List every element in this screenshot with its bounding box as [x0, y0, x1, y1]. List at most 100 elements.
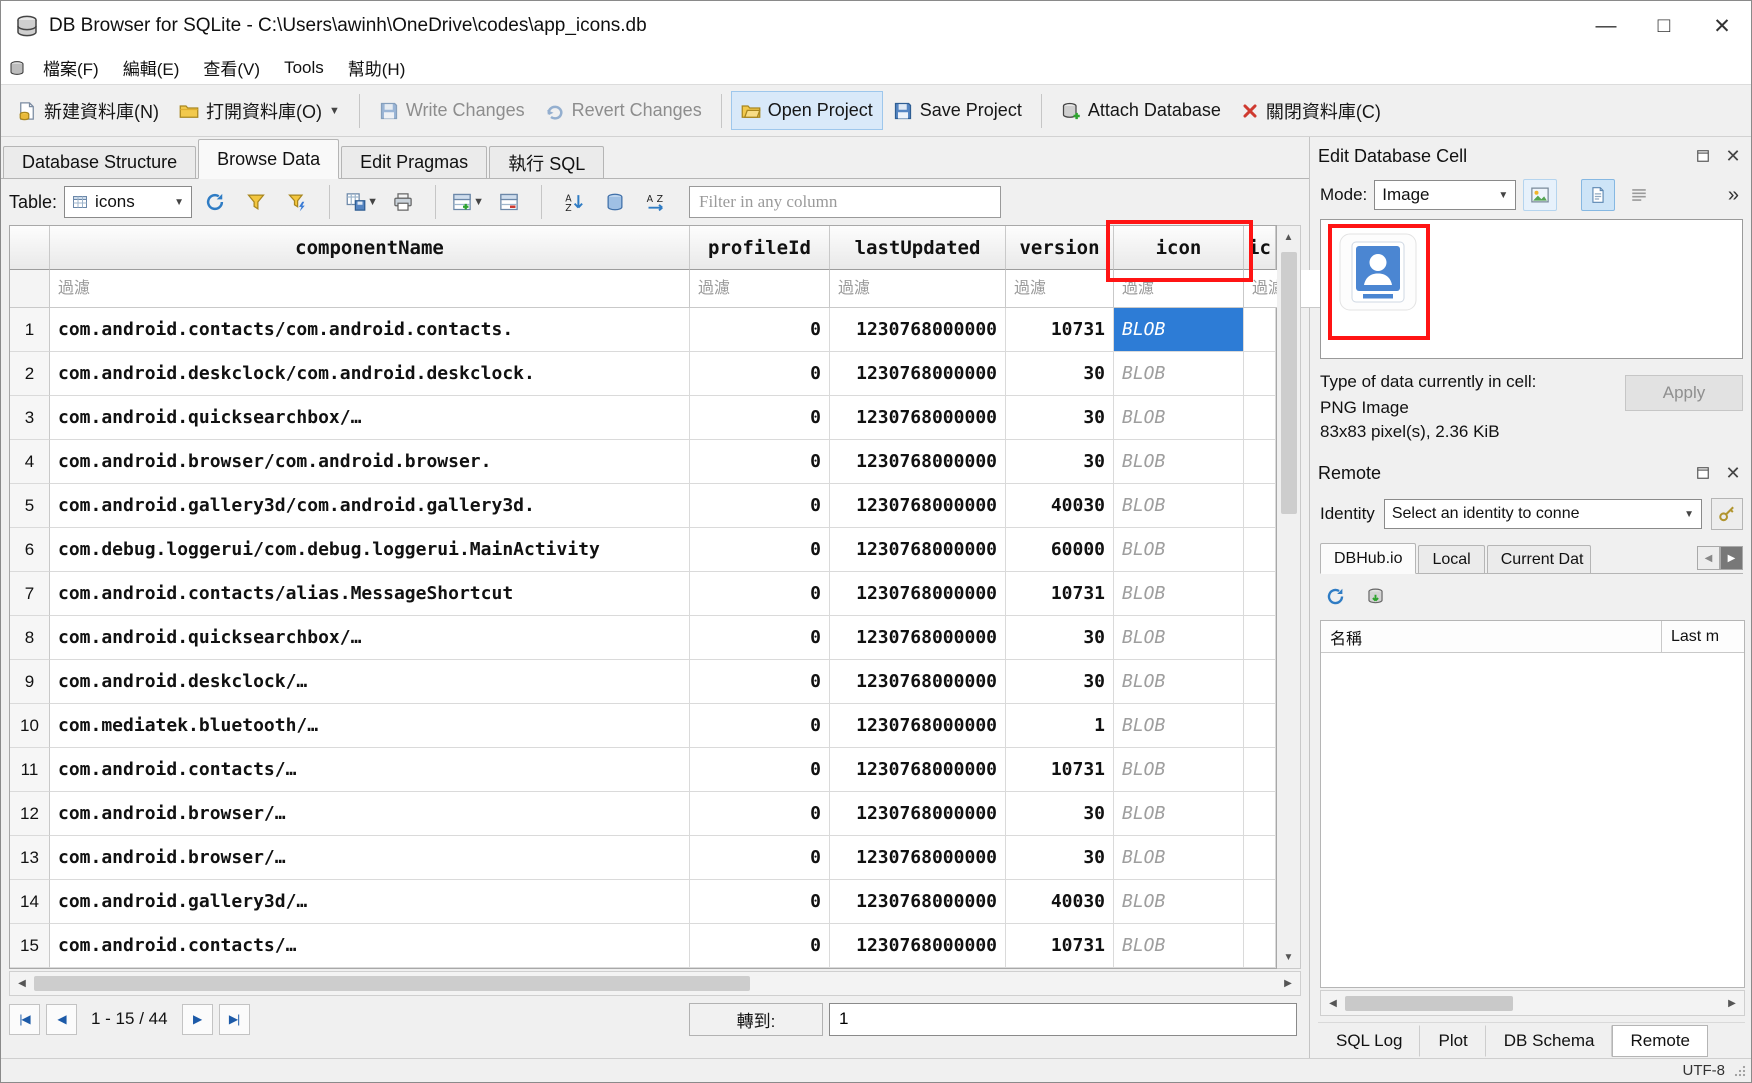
cell-overflow[interactable]: [1244, 484, 1276, 528]
scroll-left-icon[interactable]: ◀: [1321, 991, 1345, 1015]
delete-record-button[interactable]: [491, 184, 527, 220]
cell-overflow[interactable]: [1244, 748, 1276, 792]
cell-version[interactable]: 10731: [1006, 572, 1114, 616]
cell-icon[interactable]: BLOB: [1114, 660, 1244, 704]
tab-database-structure[interactable]: Database Structure: [3, 146, 196, 178]
cell-lastUpdated[interactable]: 1230768000000: [830, 484, 1006, 528]
column-header-componentName[interactable]: componentName: [50, 226, 690, 270]
scroll-down-icon[interactable]: ▼: [1277, 946, 1300, 968]
next-record-button[interactable]: ▶: [182, 1004, 213, 1035]
row-number[interactable]: 8: [10, 616, 50, 660]
column-header-icon[interactable]: icon: [1114, 226, 1244, 270]
cell-version[interactable]: 40030: [1006, 880, 1114, 924]
tab-scroll-left-icon[interactable]: ◀: [1697, 546, 1720, 570]
cell-icon[interactable]: BLOB: [1114, 792, 1244, 836]
column-header-lastUpdated[interactable]: lastUpdated: [830, 226, 1006, 270]
tab-scroll-right-icon[interactable]: ▶: [1720, 546, 1743, 570]
cell-profileId[interactable]: 0: [690, 396, 830, 440]
cell-profileId[interactable]: 0: [690, 748, 830, 792]
remote-scroll-thumb[interactable]: [1345, 996, 1513, 1011]
horizontal-scrollbar[interactable]: ◀ ▶: [9, 971, 1301, 996]
table-select[interactable]: icons ▼: [64, 186, 192, 218]
row-number[interactable]: 14: [10, 880, 50, 924]
cell-lastUpdated[interactable]: 1230768000000: [830, 880, 1006, 924]
column-header-ic[interactable]: ic: [1244, 226, 1276, 270]
row-number[interactable]: 4: [10, 440, 50, 484]
cell-version[interactable]: 10731: [1006, 748, 1114, 792]
filter-input-componentName[interactable]: [50, 270, 690, 308]
cell-lastUpdated[interactable]: 1230768000000: [830, 572, 1006, 616]
row-number[interactable]: 6: [10, 528, 50, 572]
previous-record-button[interactable]: ◀: [46, 1004, 77, 1035]
print-button[interactable]: [385, 184, 421, 220]
cell-componentName[interactable]: com.android.contacts/…: [50, 748, 690, 792]
dock-tab-sql-log[interactable]: SQL Log: [1318, 1025, 1420, 1057]
cell-icon[interactable]: BLOB: [1114, 572, 1244, 616]
cell-version[interactable]: 30: [1006, 352, 1114, 396]
save-project-button[interactable]: Save Project: [883, 91, 1032, 130]
attach-database-button[interactable]: Attach Database: [1051, 91, 1231, 130]
cell-componentName[interactable]: com.android.contacts/…: [50, 924, 690, 968]
cell-profileId[interactable]: 0: [690, 616, 830, 660]
dock-tab-plot[interactable]: Plot: [1420, 1025, 1485, 1057]
clear-filters-button[interactable]: [238, 184, 274, 220]
cell-overflow[interactable]: [1244, 660, 1276, 704]
resize-grip-icon[interactable]: [1733, 1064, 1747, 1078]
cell-overflow[interactable]: [1244, 836, 1276, 880]
cell-profileId[interactable]: 0: [690, 308, 830, 352]
tab-dbhub[interactable]: DBHub.io: [1320, 543, 1416, 574]
cell-profileId[interactable]: 0: [690, 924, 830, 968]
cell-componentName[interactable]: com.android.contacts/com.android.contact…: [50, 308, 690, 352]
vertical-scrollbar[interactable]: ▲ ▼: [1277, 225, 1301, 969]
row-number[interactable]: 13: [10, 836, 50, 880]
filter-input-icon[interactable]: [1114, 270, 1244, 308]
scroll-right-icon[interactable]: ▶: [1720, 991, 1744, 1015]
horizontal-scroll-thumb[interactable]: [34, 976, 750, 991]
cell-componentName[interactable]: com.android.browser/com.android.browser.: [50, 440, 690, 484]
cell-overflow[interactable]: [1244, 352, 1276, 396]
cell-version[interactable]: 10731: [1006, 308, 1114, 352]
sort-order-button[interactable]: AZ: [638, 184, 674, 220]
cell-componentName[interactable]: com.android.gallery3d/…: [50, 880, 690, 924]
new-database-button[interactable]: 新建資料庫(N): [7, 89, 169, 133]
goto-record-button[interactable]: 轉到:: [689, 1003, 823, 1036]
cell-icon[interactable]: BLOB: [1114, 396, 1244, 440]
toolbar-overflow-button[interactable]: »: [1724, 184, 1743, 207]
close-button[interactable]: ✕: [1693, 1, 1751, 51]
vertical-scroll-thumb[interactable]: [1281, 252, 1297, 514]
cell-overflow[interactable]: [1244, 924, 1276, 968]
dock-tab-remote[interactable]: Remote: [1612, 1025, 1708, 1057]
cell-lastUpdated[interactable]: 1230768000000: [830, 308, 1006, 352]
tab-edit-pragmas[interactable]: Edit Pragmas: [341, 146, 487, 178]
filter-input-lastUpdated[interactable]: [830, 270, 1006, 308]
column-header-last-modified[interactable]: Last m: [1662, 621, 1744, 652]
cell-profileId[interactable]: 0: [690, 660, 830, 704]
cell-componentName[interactable]: com.debug.loggerui/com.debug.loggerui.Ma…: [50, 528, 690, 572]
global-filter-input[interactable]: [689, 186, 1001, 218]
row-number[interactable]: 12: [10, 792, 50, 836]
open-database-button[interactable]: 打開資料庫(O) ▼: [169, 89, 350, 133]
cell-componentName[interactable]: com.android.deskclock/…: [50, 660, 690, 704]
last-record-button[interactable]: ▶|: [219, 1004, 250, 1035]
filter-input-version[interactable]: [1006, 270, 1114, 308]
cell-lastUpdated[interactable]: 1230768000000: [830, 528, 1006, 572]
cell-lastUpdated[interactable]: 1230768000000: [830, 660, 1006, 704]
maximize-button[interactable]: □: [1635, 1, 1693, 51]
cell-icon[interactable]: BLOB: [1114, 704, 1244, 748]
refresh-remote-button[interactable]: [1320, 581, 1350, 611]
cell-icon[interactable]: BLOB: [1114, 308, 1244, 352]
row-number[interactable]: 11: [10, 748, 50, 792]
open-image-button[interactable]: [1523, 179, 1557, 211]
first-record-button[interactable]: |◀: [9, 1004, 40, 1035]
save-filter-button[interactable]: [279, 184, 315, 220]
cell-componentName[interactable]: com.mediatek.bluetooth/…: [50, 704, 690, 748]
cell-lastUpdated[interactable]: 1230768000000: [830, 616, 1006, 660]
cell-componentName[interactable]: com.android.quicksearchbox/…: [50, 616, 690, 660]
cell-profileId[interactable]: 0: [690, 528, 830, 572]
write-changes-button[interactable]: Write Changes: [369, 91, 535, 130]
cell-icon[interactable]: BLOB: [1114, 484, 1244, 528]
cell-profileId[interactable]: 0: [690, 880, 830, 924]
cell-lastUpdated[interactable]: 1230768000000: [830, 924, 1006, 968]
cell-version[interactable]: 30: [1006, 440, 1114, 484]
cell-icon[interactable]: BLOB: [1114, 528, 1244, 572]
